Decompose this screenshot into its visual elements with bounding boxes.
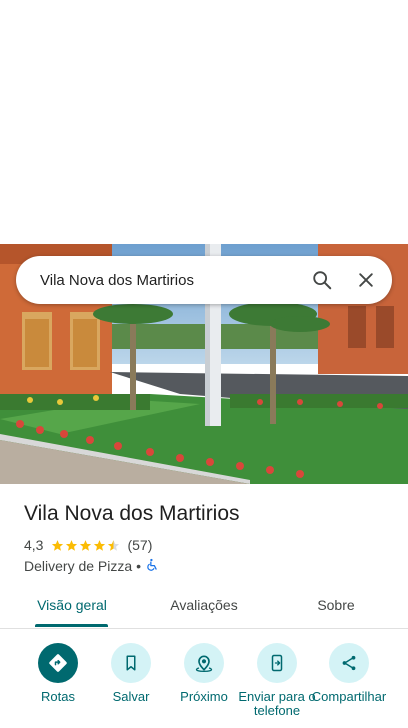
tab-bar: Visão geral Avaliações Sobre [0, 588, 408, 629]
star-icon [52, 539, 64, 551]
directions-button[interactable]: Rotas [18, 643, 98, 704]
wheelchair-icon [145, 558, 159, 575]
search-icon[interactable] [304, 262, 340, 298]
nearby-label: Próximo [180, 689, 228, 704]
close-icon[interactable] [348, 262, 384, 298]
send-to-phone-label: Enviar para o telefone [238, 689, 316, 718]
tab-overview[interactable]: Visão geral [22, 588, 122, 628]
share-label: Compartilhar [311, 689, 387, 704]
category-row: Delivery de Pizza • [24, 557, 159, 575]
share-icon[interactable] [329, 643, 369, 683]
rating-row[interactable]: 4,3 (57) [24, 536, 152, 554]
bookmark-icon[interactable] [111, 643, 151, 683]
send-to-phone-icon[interactable] [257, 643, 297, 683]
rating-value: 4,3 [24, 537, 44, 553]
send-to-phone-button[interactable]: Enviar para o telefone [237, 643, 317, 718]
directions-label: Rotas [41, 689, 75, 704]
star-icon [94, 539, 106, 551]
directions-icon[interactable] [38, 643, 78, 683]
tab-reviews[interactable]: Avaliações [154, 588, 254, 628]
nearby-button[interactable]: Próximo [164, 643, 244, 704]
half-star-icon [108, 539, 120, 551]
star-icon [80, 539, 92, 551]
nearby-icon[interactable] [184, 643, 224, 683]
review-count: (57) [127, 537, 153, 553]
active-tab-indicator [35, 624, 108, 627]
tab-about[interactable]: Sobre [286, 588, 386, 628]
map-area-blank [0, 0, 408, 244]
search-query[interactable]: Vila Nova dos Martirios [16, 272, 304, 289]
place-name: Vila Nova dos Martirios [24, 502, 240, 525]
star-rating [51, 539, 121, 552]
search-bar[interactable]: Vila Nova dos Martirios [16, 256, 392, 304]
star-icon [66, 539, 78, 551]
save-label: Salvar [112, 689, 150, 704]
save-button[interactable]: Salvar [91, 643, 171, 704]
share-button[interactable]: Compartilhar [309, 643, 389, 704]
separator-dot: • [136, 558, 142, 574]
category-label: Delivery de Pizza [24, 558, 133, 574]
